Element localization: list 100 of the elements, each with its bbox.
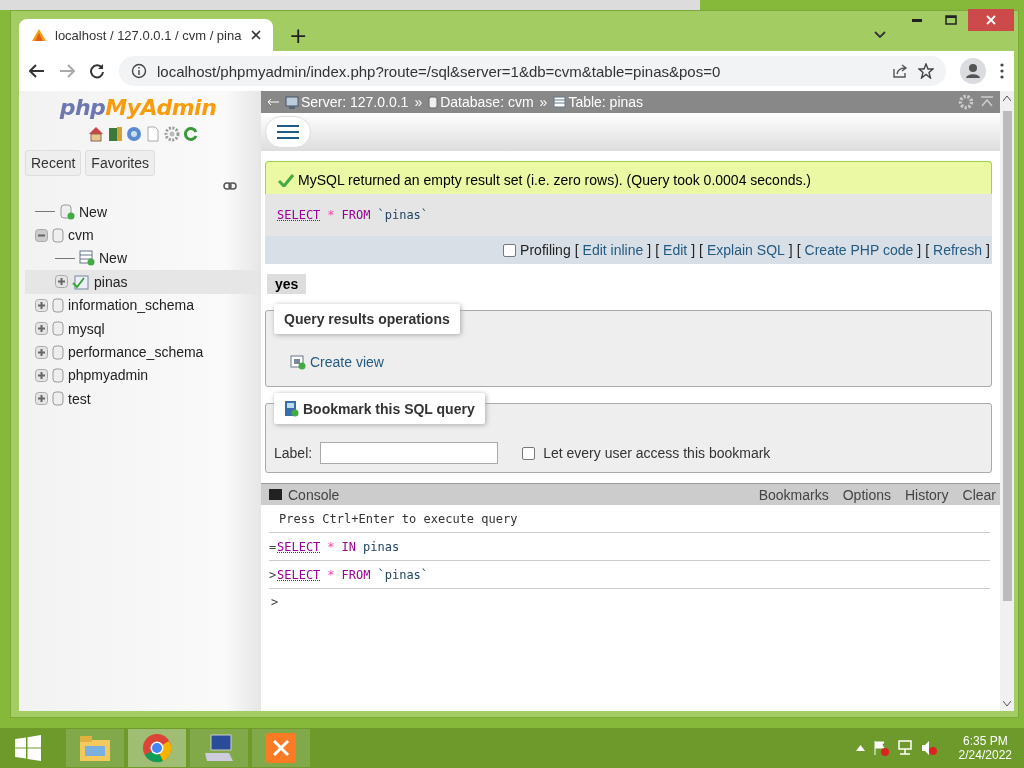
folder-icon	[79, 734, 111, 762]
database-icon	[52, 367, 64, 383]
bracket: [	[574, 242, 579, 258]
address-bar[interactable]: localhost/phpmyadmin/index.php?route=/sql&server=1&db=cvm&table=pinas&pos=0	[119, 56, 946, 86]
home-icon[interactable]	[87, 126, 104, 142]
menu-icon[interactable]	[1000, 63, 1004, 79]
tree-item[interactable]: New	[25, 246, 261, 271]
chrome-icon	[142, 733, 172, 763]
sidebar-tab[interactable]: Recent	[25, 150, 82, 176]
console-link[interactable]: History	[904, 486, 949, 503]
input-field[interactable]	[320, 442, 499, 464]
xampp-icon	[266, 733, 296, 763]
menu-button[interactable]	[265, 116, 311, 148]
console-link[interactable]: Options	[842, 486, 891, 503]
database-icon	[52, 297, 64, 313]
gear-icon[interactable]	[163, 126, 180, 142]
link[interactable]: Explain SQL	[707, 242, 785, 258]
maximize-icon[interactable]	[945, 15, 957, 25]
close-icon[interactable]	[251, 30, 261, 40]
tree-item[interactable]: information_schema	[25, 293, 261, 317]
bracket: ]	[986, 242, 990, 258]
tree-item[interactable]: test	[25, 387, 261, 411]
database-add-icon	[59, 203, 75, 220]
console-query[interactable]: >SELECT * FROM `pinas`	[269, 561, 990, 589]
checkbox[interactable]	[522, 446, 536, 460]
collapse-icon[interactable]	[35, 228, 48, 242]
network-icon[interactable]	[896, 740, 913, 756]
view-add-icon	[290, 354, 306, 370]
checkbox-label: Let every user access this bookmark	[543, 445, 771, 461]
checkbox[interactable]	[503, 243, 517, 257]
new-tab-button[interactable]: +	[281, 25, 316, 51]
speaker-muted-icon[interactable]	[920, 740, 937, 756]
taskbar-app[interactable]	[252, 729, 310, 767]
exit-icon[interactable]	[106, 126, 123, 142]
console-query[interactable]: =SELECT * IN pinas	[269, 533, 990, 561]
clock-date: 2/24/2022	[958, 748, 1012, 762]
fieldset-legend: Query results operations	[274, 304, 460, 334]
console-toggle[interactable]: Console	[269, 486, 340, 503]
bracket: [	[796, 242, 801, 258]
scroll-down-icon[interactable]	[1003, 701, 1011, 707]
expand-icon[interactable]	[55, 275, 68, 289]
link[interactable]: Edit	[663, 242, 688, 258]
expand-icon[interactable]	[35, 368, 48, 382]
console-link[interactable]: Bookmarks	[758, 486, 829, 503]
breadcrumb-link[interactable]: Server: 127.0.0.1	[285, 94, 409, 110]
help-icon[interactable]	[125, 126, 142, 142]
bracket: [	[655, 242, 660, 258]
logo[interactable]: phpMyAdmin	[59, 95, 217, 120]
expand-icon[interactable]	[35, 298, 48, 312]
console-link[interactable]: Clear	[962, 486, 996, 503]
breadcrumb-link[interactable]: Table: pinas	[553, 94, 644, 110]
expand-icon[interactable]	[35, 322, 48, 336]
back-icon[interactable]	[29, 64, 45, 78]
table-check-icon	[72, 273, 90, 290]
separator: »	[539, 94, 548, 110]
flag-alert-icon[interactable]	[872, 740, 889, 756]
tree-item[interactable]: performance_schema	[25, 340, 261, 364]
tree-item[interactable]: cvm	[25, 223, 261, 247]
taskbar-app[interactable]	[128, 729, 186, 767]
tree-item[interactable]: mysql	[25, 316, 261, 341]
link[interactable]: Edit inline	[582, 242, 644, 258]
star-icon[interactable]	[918, 63, 934, 79]
tree-item[interactable]: New	[25, 200, 261, 224]
clock-time: 6:35 PM	[962, 734, 1008, 748]
column-header[interactable]: yes	[267, 274, 307, 294]
bracket: ]	[917, 242, 922, 258]
link[interactable]: Create PHP code	[804, 242, 914, 258]
check-icon	[278, 173, 294, 187]
windows-start-icon[interactable]	[15, 735, 41, 761]
tree-item[interactable]: phpmyadmin	[25, 363, 261, 388]
share-icon[interactable]	[892, 63, 908, 79]
database-icon	[52, 391, 64, 407]
minimize-icon[interactable]	[912, 18, 922, 22]
breadcrumb-link[interactable]: Database: cvm	[428, 94, 534, 110]
info-icon[interactable]	[131, 63, 147, 79]
profile-avatar-icon[interactable]	[960, 58, 986, 84]
bracket: ]	[691, 242, 696, 258]
bracket: ]	[647, 242, 652, 258]
console-icon	[269, 489, 282, 500]
scroll-up-icon[interactable]	[1003, 95, 1011, 101]
chevron-down-icon[interactable]	[874, 31, 886, 39]
database-icon	[52, 227, 64, 243]
scrollbar[interactable]	[1000, 91, 1014, 711]
link-icon[interactable]	[223, 182, 237, 190]
legend-text: Bookmark this SQL query	[303, 400, 475, 417]
table-add-icon	[79, 250, 95, 267]
checkbox-label: Profiling	[520, 242, 571, 258]
reload-icon[interactable]	[89, 63, 105, 79]
sidebar-tab[interactable]: Favorites	[85, 150, 155, 176]
console-prompt[interactable]: >	[261, 589, 1000, 609]
taskbar-app[interactable]	[190, 729, 248, 767]
chevron-up-icon[interactable]	[855, 745, 865, 751]
expand-icon[interactable]	[35, 392, 48, 406]
sql-query: SELECT * FROM `pinas`	[265, 194, 992, 236]
back-arrow-icon[interactable]	[267, 98, 279, 106]
separator: »	[414, 94, 423, 110]
create-view-link[interactable]: Create view	[290, 354, 384, 370]
expand-icon[interactable]	[35, 345, 48, 359]
link[interactable]: Refresh	[933, 242, 983, 258]
browser-tab[interactable]: localhost / 127.0.0.1 / cvm / pina	[19, 19, 273, 51]
